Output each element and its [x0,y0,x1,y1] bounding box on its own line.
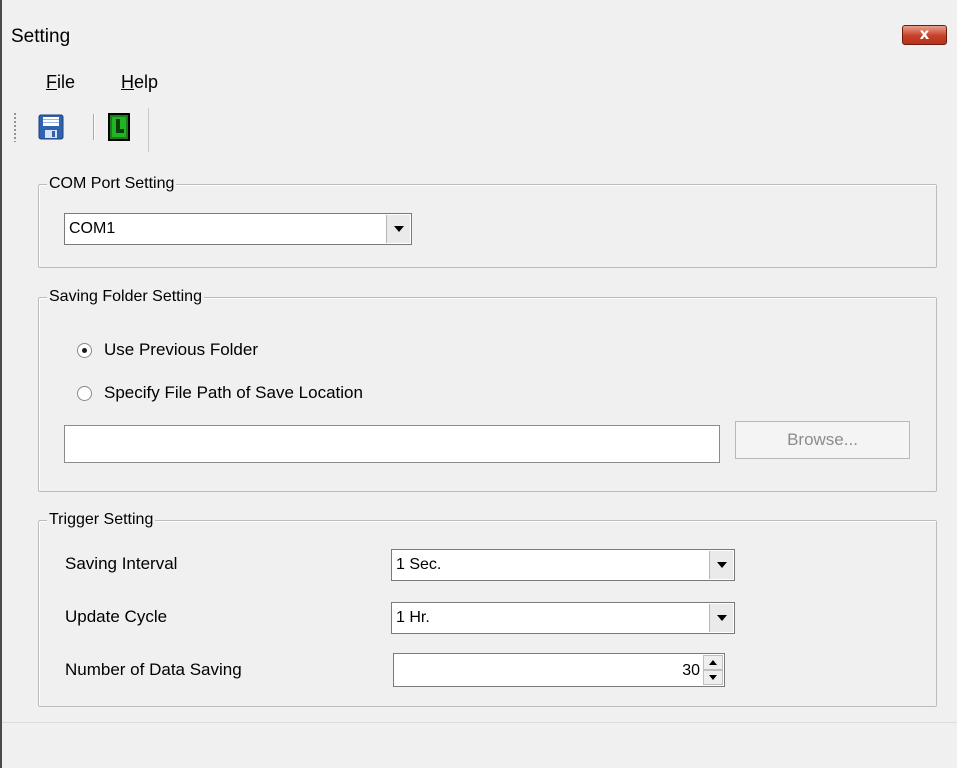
data-saving-value: 30 [682,662,700,679]
radio-specify-file-path[interactable]: Specify File Path of Save Location [77,383,363,403]
radio-use-previous-folder[interactable]: Use Previous Folder [77,340,258,360]
radio-use-previous-label: Use Previous Folder [104,340,259,359]
menu-help-accel: H [121,72,134,92]
window-title: Setting [11,26,71,47]
menu-file-label: ile [57,72,76,92]
toolbar-separator [93,114,94,140]
saving-folder-legend: Saving Folder Setting [47,288,204,306]
radio-button-checked[interactable] [77,342,92,358]
saving-interval-value: 1 Sec. [396,556,442,573]
chevron-down-icon [709,675,717,680]
setting-window: Setting x File Help COM Port Setting COM… [0,0,957,768]
saving-interval-select[interactable]: 1 Sec. [391,549,735,581]
com-port-dropdown-button[interactable] [386,215,410,243]
exit-icon [108,113,130,141]
update-cycle-select[interactable]: 1 Hr. [391,602,735,634]
com-port-group: COM Port Setting COM1 [38,175,937,268]
data-saving-stepper[interactable]: 30 [393,653,725,687]
stepper-up-button[interactable] [703,655,723,670]
update-cycle-dropdown-button[interactable] [709,604,733,632]
toolbar-grip[interactable] [14,112,16,142]
data-saving-label: Number of Data Saving [65,660,242,679]
menu-help-label: elp [134,72,159,92]
update-cycle-label: Update Cycle [65,607,168,626]
trigger-legend: Trigger Setting [47,511,156,529]
save-path-input[interactable] [64,425,720,463]
save-icon [38,114,64,140]
stepper-down-button[interactable] [703,670,723,685]
saving-interval-label: Saving Interval [65,554,178,573]
radio-specify-label: Specify File Path of Save Location [104,383,363,402]
menu-file-accel: F [46,72,57,92]
menu-help[interactable]: Help [121,72,158,93]
stepper-buttons [703,655,723,685]
saving-interval-dropdown-button[interactable] [709,551,733,579]
close-icon: x [919,25,930,43]
status-bar [2,722,957,768]
title-bar[interactable]: Setting x [2,0,957,64]
save-button[interactable] [37,112,65,142]
toolbar [2,100,957,154]
chevron-down-icon [393,226,404,232]
chevron-down-icon [716,615,727,621]
menu-file[interactable]: File [46,72,75,93]
saving-folder-group: Saving Folder Setting Use Previous Folde… [38,288,937,492]
trigger-group: Trigger Setting Saving Interval 1 Sec. U… [38,511,937,707]
close-button[interactable]: x [902,25,947,45]
exit-button[interactable] [105,112,133,142]
com-port-legend: COM Port Setting [47,175,177,193]
com-port-value: COM1 [69,220,116,237]
browse-button[interactable]: Browse... [735,421,910,459]
com-port-select[interactable]: COM1 [64,213,412,245]
toolbar-edge [148,108,149,152]
chevron-up-icon [709,660,717,665]
chevron-down-icon [716,562,727,568]
update-cycle-value: 1 Hr. [396,609,430,626]
radio-button-unchecked[interactable] [77,385,92,401]
menu-bar: File Help [2,64,957,100]
